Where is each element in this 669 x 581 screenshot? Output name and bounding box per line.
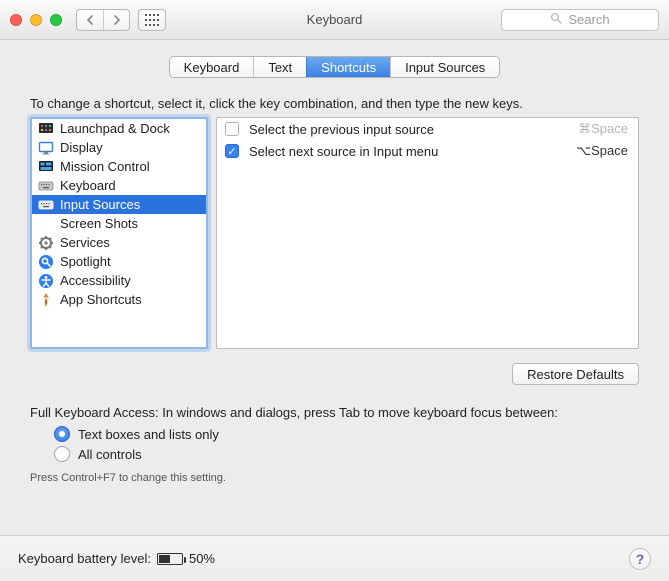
category-accessibility[interactable]: Accessibility — [32, 271, 206, 290]
spotlight-icon — [38, 254, 54, 270]
titlebar: Keyboard Search — [0, 0, 669, 40]
enable-shortcut-checkbox[interactable]: ✓ — [225, 144, 239, 158]
chevron-right-icon — [113, 15, 121, 25]
mission-control-icon — [38, 159, 54, 175]
zoom-window-button[interactable] — [50, 14, 62, 26]
search-field[interactable]: Search — [501, 9, 659, 31]
tab-shortcuts[interactable]: Shortcuts — [306, 57, 390, 77]
keyboard-access-hint: Press Control+F7 to change this setting. — [30, 472, 639, 484]
nav-back-button[interactable] — [77, 10, 103, 30]
battery-icon — [157, 553, 183, 565]
tab-keyboard[interactable]: Keyboard — [170, 57, 254, 77]
lists: Launchpad & Dock Display Mission Control Ke… — [30, 117, 639, 349]
search-placeholder: Search — [568, 12, 609, 27]
shortcut-row[interactable]: Select the previous input source ⌘Space — [217, 118, 638, 140]
restore-wrap: Restore Defaults — [30, 363, 639, 385]
nav-forward-button[interactable] — [103, 10, 129, 30]
category-display[interactable]: Display — [32, 138, 206, 157]
category-label: Mission Control — [60, 159, 150, 174]
category-label: Keyboard — [60, 178, 116, 193]
prefpane-content: KeyboardTextShortcutsInput Sources To ch… — [0, 40, 669, 535]
grid-icon — [145, 14, 159, 26]
tab-input-sources[interactable]: Input Sources — [390, 57, 499, 77]
gear-icon — [38, 235, 54, 251]
radio-label: All controls — [78, 447, 142, 462]
category-list[interactable]: Launchpad & Dock Display Mission Control Ke… — [30, 117, 208, 349]
accessibility-icon — [38, 273, 54, 289]
full-keyboard-access-label: Full Keyboard Access: In windows and dia… — [30, 405, 639, 420]
category-launchpad[interactable]: Launchpad & Dock — [32, 119, 206, 138]
enable-shortcut-checkbox[interactable] — [225, 122, 239, 136]
app-shortcuts-icon — [38, 292, 54, 308]
system-preferences-window: Keyboard Search KeyboardTextShortcutsInp… — [0, 0, 669, 581]
battery-percentage: 50% — [189, 551, 215, 566]
radio-label: Text boxes and lists only — [78, 427, 219, 442]
screenshot-icon — [38, 216, 54, 232]
shortcut-row[interactable]: ✓ Select next source in Input menu ⌥Space — [217, 140, 638, 162]
help-button[interactable]: ? — [629, 548, 651, 570]
category-screen-shots[interactable]: Screen Shots — [32, 214, 206, 233]
minimize-window-button[interactable] — [30, 14, 42, 26]
shortcut-label: Select next source in Input menu — [249, 144, 566, 159]
category-label: Launchpad & Dock — [60, 121, 170, 136]
shortcut-label: Select the previous input source — [249, 122, 568, 137]
chevron-left-icon — [86, 15, 94, 25]
radio-all-controls[interactable]: All controls — [54, 446, 639, 462]
close-window-button[interactable] — [10, 14, 22, 26]
launchpad-icon — [38, 121, 54, 137]
category-input-sources[interactable]: Input Sources — [32, 195, 206, 214]
shortcut-list[interactable]: Select the previous input source ⌘Space ✓ S… — [216, 117, 639, 349]
category-label: Screen Shots — [60, 216, 138, 231]
radio-text-boxes[interactable]: Text boxes and lists only — [54, 426, 639, 442]
footer: Keyboard battery level: 50% ? — [0, 535, 669, 581]
radio-button[interactable] — [54, 446, 70, 462]
display-icon — [38, 140, 54, 156]
input-sources-icon — [38, 197, 54, 213]
category-label: App Shortcuts — [60, 292, 142, 307]
category-label: Spotlight — [60, 254, 111, 269]
category-mission-control[interactable]: Mission Control — [32, 157, 206, 176]
category-keyboard[interactable]: Keyboard — [32, 176, 206, 195]
tab-text[interactable]: Text — [253, 57, 306, 77]
search-icon — [550, 12, 562, 27]
category-label: Accessibility — [60, 273, 131, 288]
restore-defaults-button[interactable]: Restore Defaults — [512, 363, 639, 385]
category-services[interactable]: Services — [32, 233, 206, 252]
shortcut-keys[interactable]: ⌥Space — [576, 143, 628, 159]
category-label: Input Sources — [60, 197, 140, 212]
nav-back-forward — [76, 9, 130, 31]
radio-button[interactable] — [54, 426, 70, 442]
traffic-lights — [10, 14, 62, 26]
category-spotlight[interactable]: Spotlight — [32, 252, 206, 271]
battery-label: Keyboard battery level: — [18, 551, 151, 566]
shortcut-keys[interactable]: ⌘Space — [578, 121, 628, 137]
category-label: Services — [60, 235, 110, 250]
tabbar: KeyboardTextShortcutsInput Sources — [169, 56, 501, 78]
shortcut-instruction: To change a shortcut, select it, click t… — [30, 96, 639, 111]
keyboard-access-radios: Text boxes and lists only All controls — [54, 426, 639, 462]
category-app-shortcuts[interactable]: App Shortcuts — [32, 290, 206, 309]
category-label: Display — [60, 140, 103, 155]
keyboard-icon — [38, 178, 54, 194]
show-all-prefs-button[interactable] — [138, 9, 166, 31]
